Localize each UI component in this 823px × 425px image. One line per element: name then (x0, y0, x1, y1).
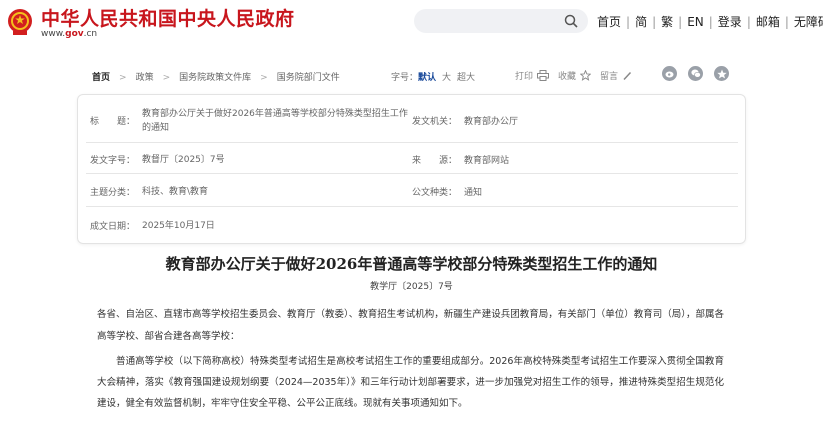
breadcrumb-policy[interactable]: 政策 (136, 73, 154, 83)
meta-date-value: 2025年10月17日 (142, 221, 215, 231)
document-meta-table: 标 题： 教育部办公厅关于做好2026年普通高等学校部分特殊类型招生工作的通知 … (77, 94, 746, 244)
share-bar (662, 66, 740, 81)
breadcrumb-home[interactable]: 首页 (92, 73, 110, 83)
meta-row-date: 成文日期： 2025年10月17日 (86, 207, 738, 237)
document-body-paragraph: 普通高等学校（以下简称高校）特殊类型考试招生是高校考试招生工作的重要组成部分。2… (97, 356, 724, 409)
comment-button[interactable]: 留言 (600, 69, 632, 82)
top-nav: 首页|简|繁|EN|登录|邮箱|无障碍 (597, 13, 823, 30)
qzone-icon[interactable] (714, 66, 729, 81)
favorite-button[interactable]: 收藏 (558, 69, 592, 82)
meta-row-topic: 主题分类： 科技、教育\教育 公文种类： 通知 (86, 174, 738, 207)
meta-number-label: 发文字号： (90, 156, 136, 166)
comment-label: 留言 (600, 72, 619, 82)
meta-source-value: 教育部网站 (464, 156, 510, 166)
wechat-icon[interactable] (688, 66, 703, 81)
nav-simplified[interactable]: 简 (635, 13, 647, 30)
print-label: 打印 (515, 72, 534, 82)
meta-issuer-value: 教育部办公厅 (464, 117, 519, 127)
meta-row-title: 标 题： 教育部办公厅关于做好2026年普通高等学校部分特殊类型招生工作的通知 … (86, 99, 738, 143)
meta-title-value: 教育部办公厅关于做好2026年普通高等学校部分特殊类型招生工作的通知 (142, 109, 408, 133)
breadcrumb-policy-library[interactable]: 国务院政策文件库 (179, 73, 251, 83)
meta-title-label: 标 题： (90, 117, 136, 127)
font-size-default[interactable]: 默认 (418, 73, 436, 83)
meta-doctype-value: 通知 (464, 188, 483, 198)
meta-row-number: 发文字号： 教督厅〔2025〕7号 来 源： 教育部网站 (86, 143, 738, 174)
print-button[interactable]: 打印 (515, 69, 550, 82)
site-header: 中华人民共和国中央人民政府 www.gov.cn 首页 | 简 | 繁 | EN | 登录 | 邮箱… (0, 0, 823, 48)
printer-icon (537, 70, 550, 81)
document-number: 教学厅〔2025〕7号 (370, 282, 453, 292)
document-addressee: 各省、自治区、直辖市高等学校招生委员会、教育厅（教委）、教育招生考试机构，新疆生… (97, 309, 725, 342)
search-icon[interactable] (564, 14, 578, 28)
font-size-large[interactable]: 大 (442, 73, 451, 83)
meta-number-value: 教督厅〔2025〕7号 (142, 155, 225, 165)
nav-home[interactable]: 首页 (597, 13, 621, 30)
weibo-icon[interactable] (662, 66, 677, 81)
site-title[interactable]: 中华人民共和国中央人民政府 (41, 4, 295, 31)
meta-doctype-label: 公文种类： (412, 188, 458, 198)
nav-traditional[interactable]: 繁 (661, 13, 673, 30)
tool-bar: 打印 收藏 留言 (515, 69, 641, 82)
nav-english[interactable]: EN (687, 15, 704, 29)
meta-topic-label: 主题分类： (90, 188, 136, 198)
meta-date-label: 成文日期： (90, 222, 136, 232)
pencil-icon (623, 71, 632, 80)
site-url: www.gov.cn (41, 29, 98, 39)
meta-topic-value: 科技、教育\教育 (142, 187, 209, 197)
font-size-label: 字号： (391, 73, 419, 83)
national-emblem-icon[interactable] (6, 7, 34, 37)
nav-login[interactable]: 登录 (718, 13, 742, 30)
meta-source-label: 来 源： (412, 156, 458, 166)
favorite-label: 收藏 (558, 72, 577, 82)
search-input[interactable] (414, 9, 588, 33)
document-title: 教育部办公厅关于做好2026年普通高等学校部分特殊类型招生工作的通知 (165, 255, 658, 273)
star-icon (580, 70, 592, 81)
font-size-xlarge[interactable]: 超大 (457, 73, 475, 83)
nav-accessibility[interactable]: 无障碍 (794, 13, 823, 30)
font-size-switcher: 字号：默认大超大 (391, 70, 481, 83)
meta-issuer-label: 发文机关： (412, 117, 458, 127)
breadcrumb: 首页 > 政策 > 国务院政策文件库 > 国务院部门文件 (92, 73, 340, 83)
nav-mail[interactable]: 邮箱 (756, 13, 780, 30)
breadcrumb-dept-docs[interactable]: 国务院部门文件 (277, 73, 340, 83)
